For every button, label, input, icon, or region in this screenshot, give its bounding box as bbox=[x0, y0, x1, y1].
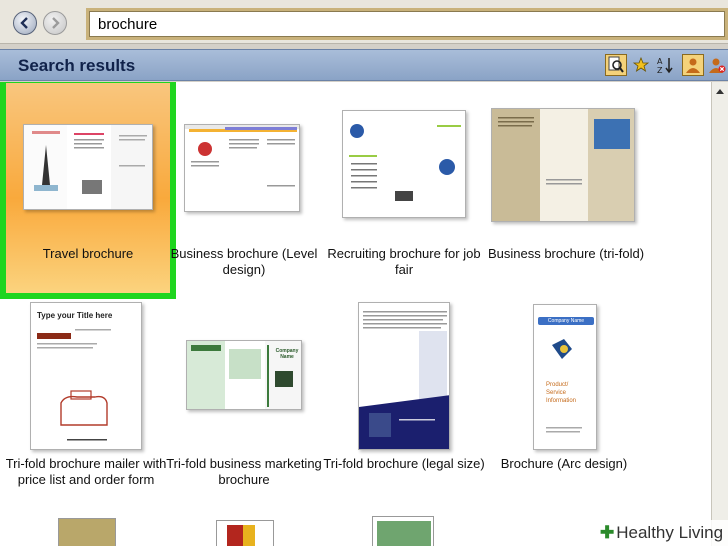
sort-button[interactable]: AZ bbox=[654, 54, 676, 76]
back-button[interactable] bbox=[13, 11, 37, 35]
thumbnail-heading: Company Name bbox=[275, 348, 299, 360]
view-button[interactable] bbox=[605, 54, 627, 76]
template-thumbnail: Type your Title here bbox=[30, 302, 142, 450]
template-label: Business brochure (tri-fold) bbox=[487, 246, 645, 261]
user-button[interactable] bbox=[682, 54, 704, 76]
watermark: ✚ Healthy Living bbox=[596, 520, 728, 546]
chevron-up-icon bbox=[716, 89, 724, 94]
svg-text:Z: Z bbox=[657, 66, 663, 74]
star-icon bbox=[632, 56, 650, 72]
sort-az-icon: AZ bbox=[657, 57, 673, 74]
template-thumbnail: Company Name bbox=[186, 340, 302, 410]
template-label: Brochure (Arc design) bbox=[500, 456, 628, 471]
template-thumbnail-partial[interactable] bbox=[372, 516, 434, 546]
user-remove-icon bbox=[709, 58, 726, 73]
vertical-scrollbar[interactable] bbox=[711, 82, 728, 546]
template-thumbnail bbox=[491, 108, 635, 222]
results-grid: Travel brochure Business brochure (Level… bbox=[0, 82, 711, 546]
template-label: Travel brochure bbox=[42, 246, 134, 261]
template-thumbnail: Company Name Product/ Service Informatio… bbox=[533, 304, 597, 450]
page-title: Search results bbox=[18, 56, 136, 75]
arrow-left-icon bbox=[20, 17, 28, 29]
template-thumbnail bbox=[23, 124, 153, 210]
search-input[interactable] bbox=[89, 11, 725, 37]
scroll-up-button[interactable] bbox=[712, 82, 728, 100]
address-bar bbox=[86, 8, 728, 40]
template-label: Tri-fold brochure (legal size) bbox=[323, 456, 485, 471]
forward-button[interactable] bbox=[43, 11, 67, 35]
template-label: Tri-fold business marketing brochure bbox=[166, 456, 322, 487]
navigation-bar bbox=[0, 0, 728, 44]
remove-user-button[interactable] bbox=[706, 54, 728, 76]
thumbnail-header: Company Name bbox=[547, 318, 585, 324]
template-thumbnail-partial[interactable] bbox=[58, 518, 116, 546]
template-thumbnail bbox=[342, 110, 466, 218]
favorite-button[interactable] bbox=[630, 54, 652, 76]
watermark-text: Healthy Living bbox=[616, 523, 724, 542]
search-results-header: Search results AZ bbox=[0, 49, 728, 81]
arrow-right-icon bbox=[52, 17, 60, 29]
svg-text:A: A bbox=[657, 57, 663, 66]
template-thumbnail bbox=[184, 124, 300, 212]
template-thumbnail bbox=[358, 302, 450, 450]
template-thumbnail-partial[interactable] bbox=[216, 520, 274, 546]
template-label: Recruiting brochure for job fair bbox=[327, 246, 481, 277]
template-label: Business brochure (Level design) bbox=[170, 246, 318, 277]
template-label: Tri-fold brochure mailer with price list… bbox=[5, 456, 167, 487]
thumbnail-body: Product/ Service Information bbox=[546, 382, 577, 404]
magnifier-icon bbox=[608, 56, 624, 73]
leaf-icon: ✚ bbox=[600, 523, 615, 542]
user-icon bbox=[686, 58, 700, 73]
